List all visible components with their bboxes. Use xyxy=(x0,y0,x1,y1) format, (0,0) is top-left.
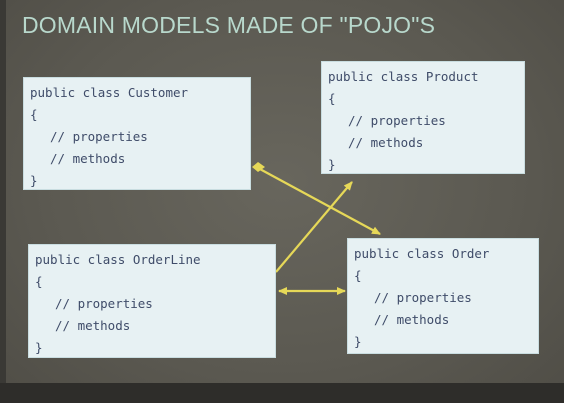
open-brace: { xyxy=(354,268,362,283)
close-brace: } xyxy=(354,334,362,349)
class-header: public class Product xyxy=(328,69,479,84)
close-brace: } xyxy=(35,340,43,355)
close-brace: } xyxy=(328,157,336,172)
properties-comment: // properties xyxy=(55,296,153,311)
close-brace: } xyxy=(30,173,38,188)
properties-comment: // properties xyxy=(374,290,472,305)
open-brace: { xyxy=(30,107,38,122)
class-header: public class Order xyxy=(354,246,490,261)
class-header: public class OrderLine xyxy=(35,252,201,267)
properties-comment: // properties xyxy=(348,113,446,128)
methods-comment: // methods xyxy=(50,151,126,166)
class-header: public class Customer xyxy=(30,85,189,100)
class-box-order: public class Order { // properties // me… xyxy=(347,238,539,354)
open-brace: { xyxy=(35,274,43,289)
class-box-product: public class Product { // properties // … xyxy=(321,61,525,174)
class-box-customer: public class Customer { // properties //… xyxy=(23,77,251,190)
methods-comment: // methods xyxy=(55,318,131,333)
edge-customer-order xyxy=(257,167,381,235)
open-brace: { xyxy=(328,91,336,106)
methods-comment: // methods xyxy=(374,312,450,327)
methods-comment: // methods xyxy=(348,135,424,150)
edge-orderline-product xyxy=(275,181,353,273)
properties-comment: // properties xyxy=(50,129,148,144)
class-box-orderline: public class OrderLine { // properties /… xyxy=(28,244,276,358)
